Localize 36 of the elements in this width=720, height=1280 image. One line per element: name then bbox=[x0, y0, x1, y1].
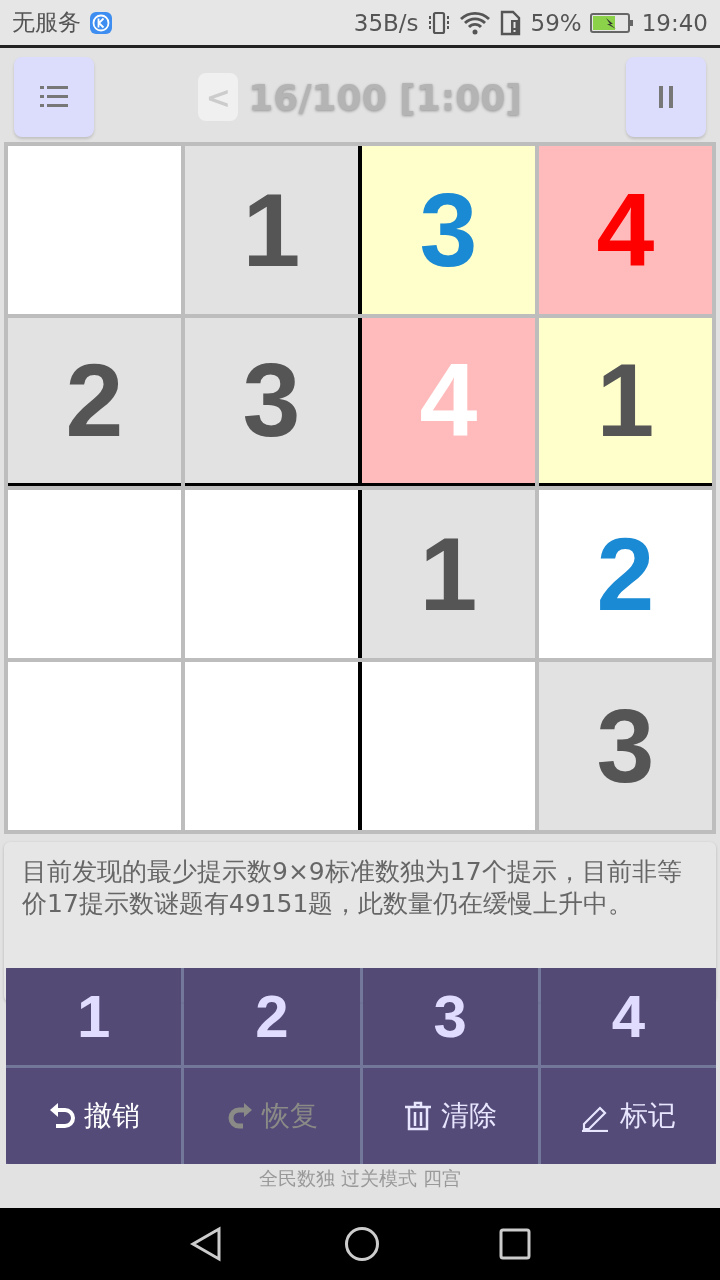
wifi-icon bbox=[458, 10, 491, 35]
menu-icon bbox=[40, 85, 68, 109]
pause-button[interactable] bbox=[626, 57, 706, 137]
clock-text: 19:40 bbox=[641, 9, 708, 36]
empty-grid-cell[interactable] bbox=[362, 662, 535, 830]
clear-button[interactable]: 清除 bbox=[362, 1067, 538, 1164]
undo-button[interactable]: 撤销 bbox=[6, 1067, 182, 1164]
grid-cell[interactable]: 3 bbox=[362, 146, 535, 314]
grid-cell[interactable]: 1 bbox=[362, 490, 535, 658]
empty-grid-cell[interactable] bbox=[8, 490, 181, 658]
level-timer-title: 16/100 [1:00] bbox=[248, 76, 522, 118]
menu-button[interactable] bbox=[14, 57, 94, 137]
grid-cell[interactable]: 1 bbox=[539, 318, 712, 486]
trash-icon bbox=[403, 1100, 434, 1131]
footer-text: 全民数独 过关模式 四宫 bbox=[258, 1167, 462, 1189]
grid-cell[interactable]: 3 bbox=[539, 662, 712, 830]
grid-cell[interactable]: 2 bbox=[8, 318, 181, 486]
sim-card-icon bbox=[498, 9, 523, 36]
number-key[interactable]: 3 bbox=[362, 968, 538, 1065]
app-icon bbox=[89, 10, 113, 35]
number-key[interactable]: 1 bbox=[6, 968, 182, 1065]
recent-apps-icon[interactable] bbox=[498, 1228, 531, 1260]
number-key[interactable]: 4 bbox=[540, 968, 716, 1065]
number-key[interactable]: 2 bbox=[184, 968, 360, 1065]
home-icon[interactable] bbox=[344, 1226, 380, 1262]
battery-charging-icon bbox=[589, 10, 634, 35]
network-speed-text: 35B/s bbox=[353, 9, 419, 36]
empty-grid-cell[interactable] bbox=[8, 662, 181, 830]
mark-button[interactable]: 标记 bbox=[540, 1067, 716, 1164]
battery-percent-text: 59% bbox=[530, 9, 582, 36]
grid-cell[interactable]: 2 bbox=[539, 490, 712, 658]
empty-grid-cell[interactable] bbox=[8, 146, 181, 314]
pause-icon bbox=[658, 85, 674, 109]
tip-text: 目前发现的最少提示数9×9标准数独为17个提示，目前非等价17提示数谜题有49151题，此数量仍在缓慢上升中。 bbox=[22, 857, 682, 918]
carrier-text: 无服务 bbox=[12, 8, 81, 37]
vibrate-icon bbox=[426, 9, 451, 36]
